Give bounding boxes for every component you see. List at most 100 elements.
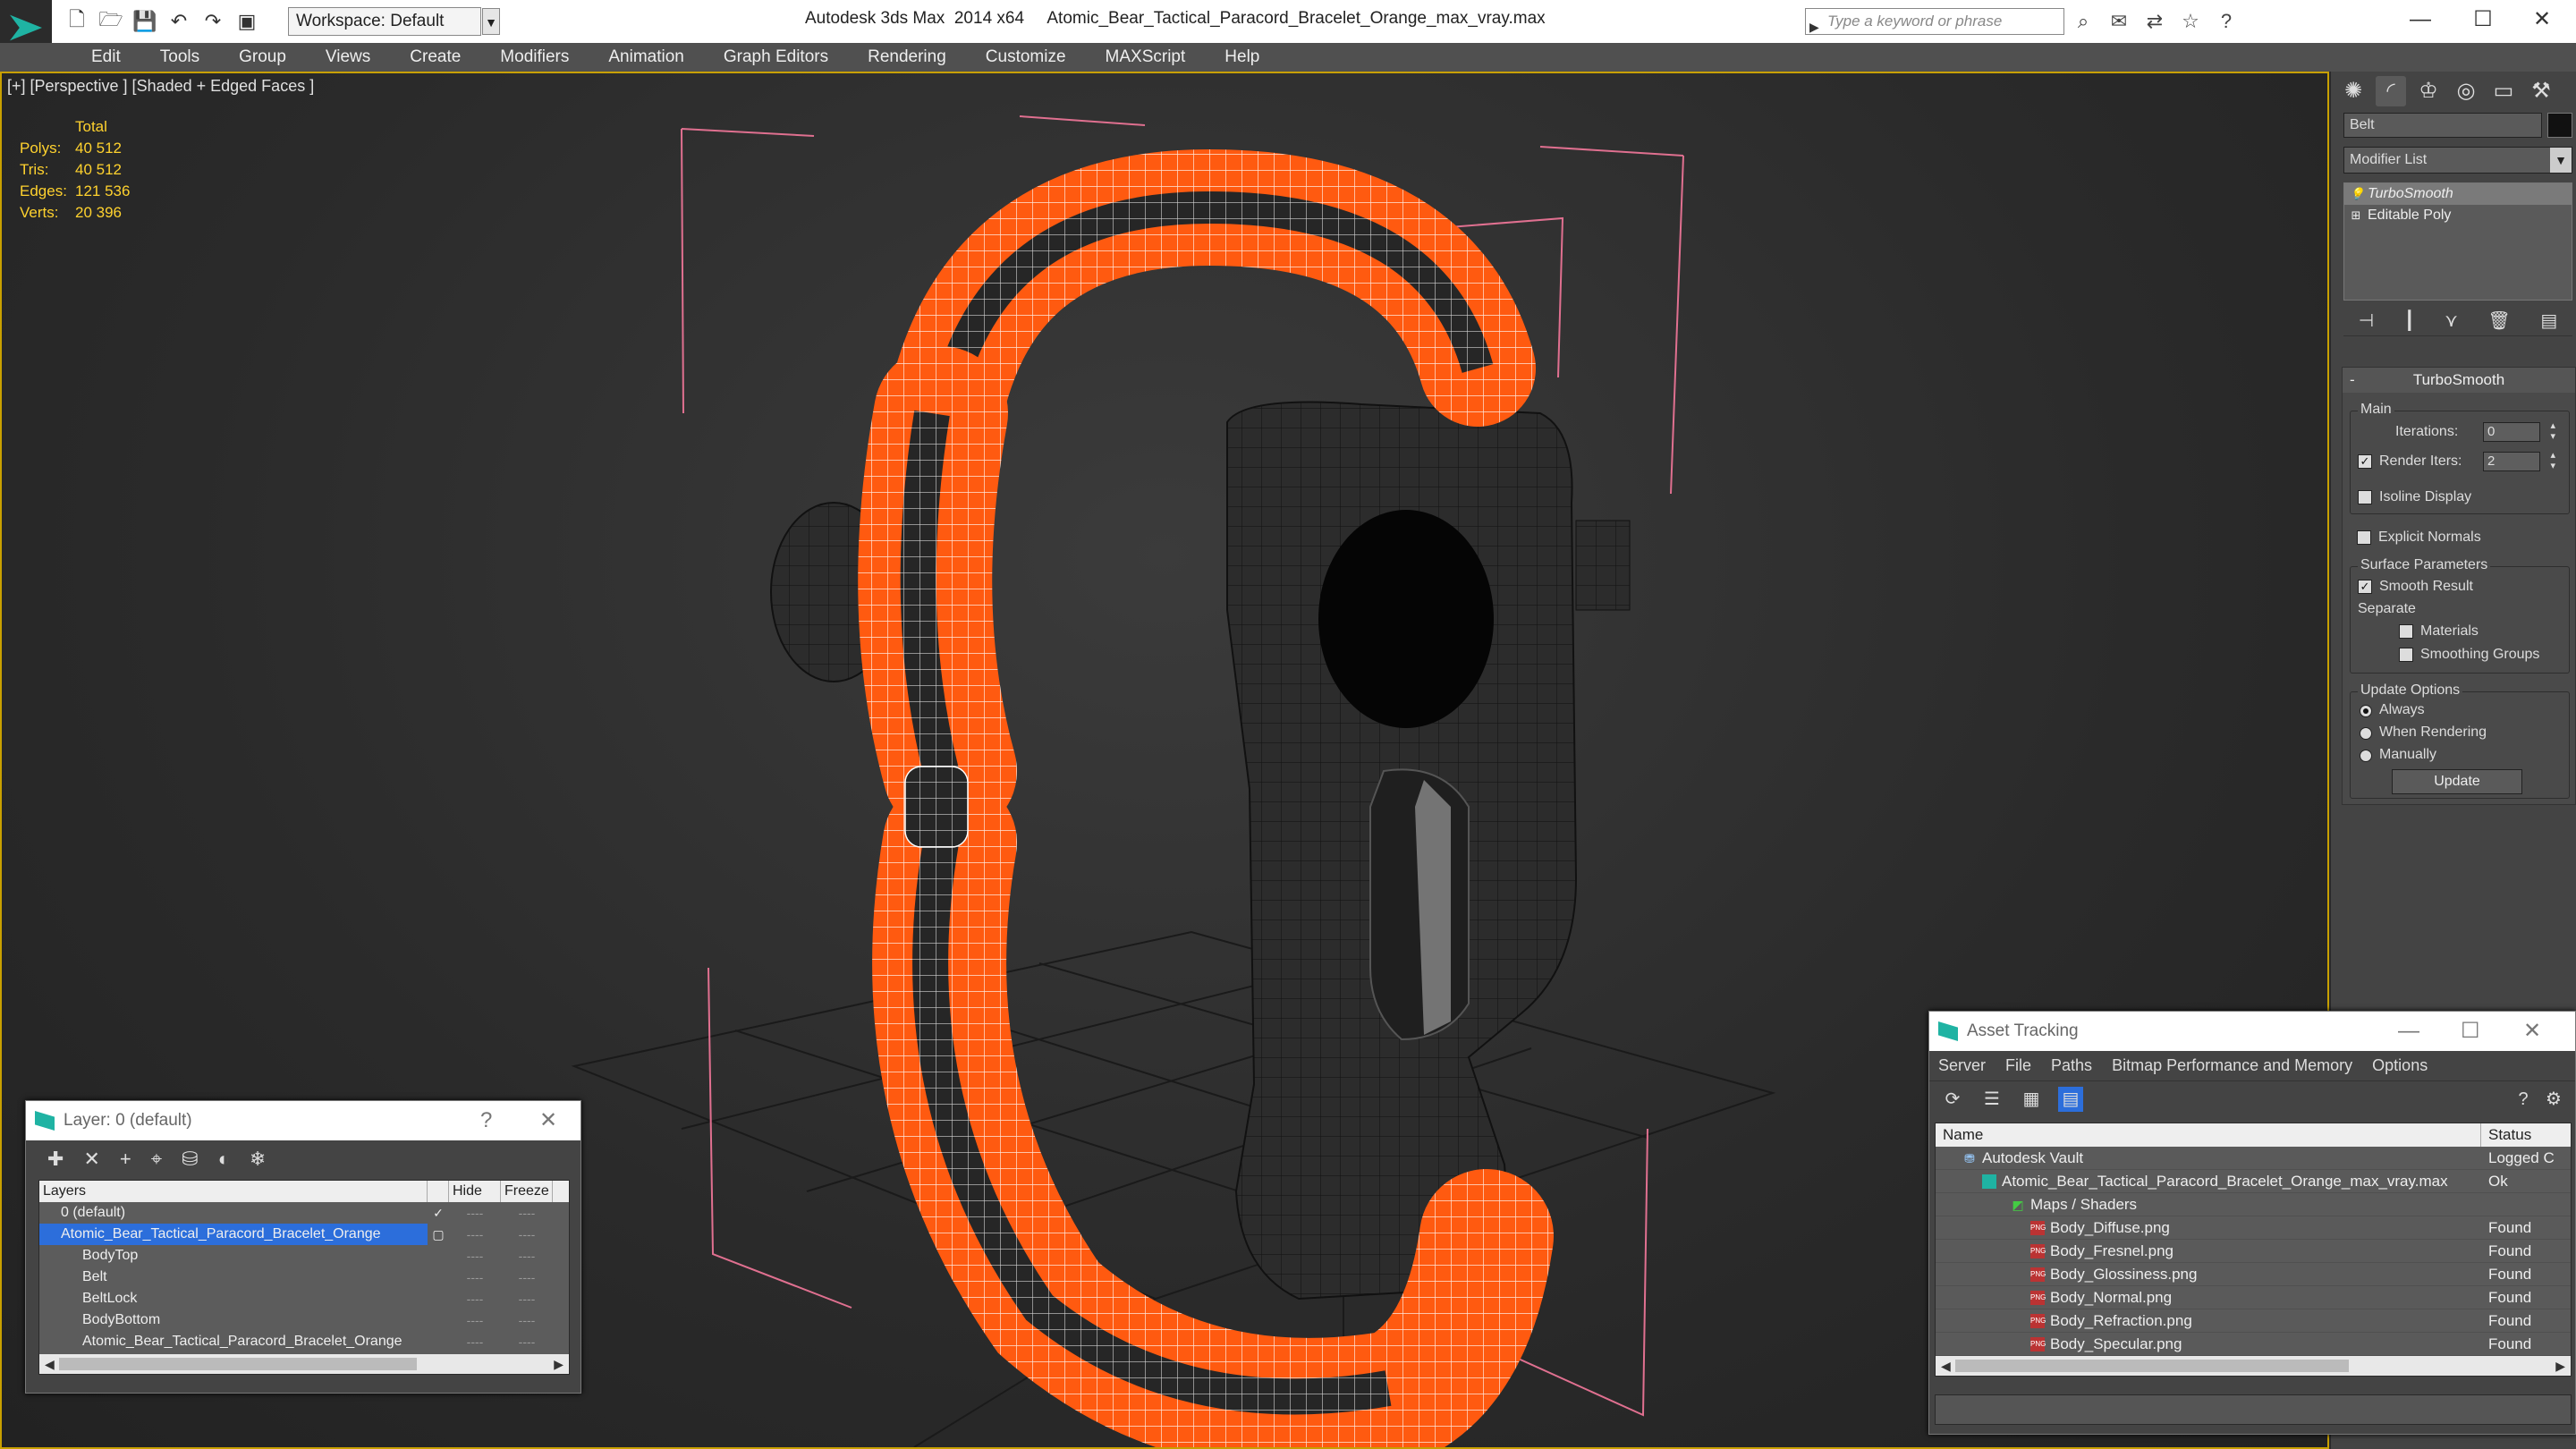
column-status[interactable]: Status [2481,1123,2531,1147]
table-row[interactable]: PNG Body_Normal.png Found [1936,1286,2571,1309]
scroll-right-icon[interactable]: ▶ [554,1354,564,1374]
project-folder-icon[interactable]: ▣ [234,9,259,34]
layer-row[interactable]: BodyBottom ---- ---- [39,1309,569,1331]
add-to-layer-icon[interactable]: + [120,1148,131,1171]
new-file-icon[interactable]: 🗋 [64,8,89,34]
lightbulb-icon[interactable]: 💡 [2350,183,2364,205]
freeze-all-layers-icon[interactable]: ❄ [250,1148,266,1171]
help-icon[interactable]: ? [2511,1087,2536,1112]
when-rendering-radio[interactable] [2360,727,2372,740]
update-button[interactable]: Update [2392,769,2522,794]
horizontal-scrollbar[interactable]: ◀ ▶ [39,1354,569,1374]
table-row[interactable]: PNG Body_Refraction.png Found [1936,1309,2571,1333]
minimize-button[interactable]: — [2398,1012,2419,1051]
save-file-icon[interactable]: 💾 [132,9,157,34]
stack-item-turbosmooth[interactable]: 💡 TurboSmooth [2344,183,2572,205]
column-hide[interactable]: Hide [449,1181,501,1202]
table-row[interactable]: ⛃ Autodesk Vault Logged C [1936,1147,2571,1170]
select-objects-icon[interactable]: ⌖ [151,1148,162,1171]
menu-views[interactable]: Views [306,47,390,67]
explicit-normals-checkbox[interactable] [2357,530,2371,545]
menu-help[interactable]: Help [1205,47,1279,67]
stack-item-editable-poly[interactable]: ⊞ Editable Poly [2344,205,2572,226]
scroll-right-icon[interactable]: ▶ [2555,1356,2565,1376]
table-row[interactable]: PNG Body_Glossiness.png Found [1936,1263,2571,1286]
menu-group[interactable]: Group [219,47,306,67]
layer-row[interactable]: BodyTop ---- ---- [39,1245,569,1267]
layer-row[interactable]: Atomic_Bear_Tactical_Paracord_Bracelet_O… [39,1224,569,1245]
column-layers[interactable]: Layers [39,1181,428,1202]
isoline-display-checkbox[interactable] [2358,490,2372,504]
table-row[interactable]: Atomic_Bear_Tactical_Paracord_Bracelet_O… [1936,1170,2571,1193]
close-button[interactable]: ✕ [2523,1012,2541,1051]
horizontal-scrollbar[interactable]: ◀ ▶ [1936,1356,2571,1376]
table-row[interactable]: ◩ Maps / Shaders [1936,1193,2571,1216]
table-row[interactable]: PNG Body_Specular.png Found [1936,1333,2571,1356]
menu-animation[interactable]: Animation [589,47,704,67]
delete-layer-icon[interactable]: ✕ [83,1148,99,1171]
binoculars-icon[interactable]: ⌕ [2070,8,2097,35]
communication-center-icon[interactable]: ✉ [2106,8,2132,35]
render-iters-spinner[interactable]: 2 [2483,450,2555,471]
create-layer-icon[interactable]: ✚ [47,1148,64,1171]
set-current-box-icon[interactable]: ▢ [428,1224,449,1245]
smooth-result-checkbox[interactable]: ✓ [2358,580,2372,594]
object-name-field[interactable]: Belt [2343,113,2542,138]
viewport-label[interactable]: [+] [Perspective ] [Shaded + Edged Faces… [7,77,314,96]
maximize-button[interactable]: ☐ [2461,1012,2480,1051]
expand-plus-icon[interactable]: ⊞ [2350,205,2362,226]
minimize-button[interactable]: — [2392,0,2449,39]
close-button[interactable]: ✕ [539,1101,557,1140]
layer-row[interactable]: Belt ---- ---- [39,1267,569,1288]
render-iters-checkbox[interactable]: ✓ [2358,454,2372,469]
create-tab-icon[interactable]: ✺ [2338,76,2368,106]
menu-options[interactable]: Options [2372,1056,2428,1075]
rollout-header[interactable]: - TurboSmooth [2343,368,2575,393]
asset-tracking-title-bar[interactable]: Asset Tracking — ☐ ✕ [1929,1012,2575,1051]
scroll-left-icon[interactable]: ◀ [1941,1356,1951,1376]
thumbnail-view-icon[interactable]: ▦ [2019,1087,2044,1112]
table-view-icon[interactable]: ▤ [2058,1087,2083,1112]
layer-row[interactable]: Atomic_Bear_Tactical_Paracord_Bracelet_O… [39,1331,569,1352]
current-layer-check-icon[interactable]: ✓ [428,1202,449,1224]
scrollbar-thumb[interactable] [1955,1360,2349,1372]
modifier-list-dropdown[interactable]: Modifier List ▼ [2343,147,2572,174]
undo-icon[interactable]: ↶ [166,9,191,34]
menu-tools[interactable]: Tools [140,47,219,67]
menu-rendering[interactable]: Rendering [848,47,966,67]
utilities-tab-icon[interactable]: ⚒ [2526,76,2556,106]
display-tab-icon[interactable]: ▭ [2488,76,2519,106]
manually-radio[interactable] [2360,750,2372,762]
scrollbar-thumb[interactable] [59,1358,417,1370]
motion-tab-icon[interactable]: ◎ [2451,76,2481,106]
always-radio[interactable] [2360,705,2372,717]
layer-row[interactable]: BeltLock ---- ---- [39,1288,569,1309]
materials-checkbox[interactable] [2399,624,2413,639]
object-color-swatch[interactable] [2547,113,2572,138]
list-view-icon[interactable]: ☰ [1979,1087,2004,1112]
menu-maxscript[interactable]: MAXScript [1086,47,1206,67]
workspace-dropdown[interactable]: Workspace: Default ▼ [288,7,500,36]
scroll-left-icon[interactable]: ◀ [45,1354,55,1374]
vault-login-icon[interactable]: ⚙ [2541,1087,2566,1112]
iterations-spinner[interactable]: 0 [2483,420,2555,442]
menu-edit[interactable]: Edit [72,47,140,67]
layer-row[interactable]: 0 (default) ✓ ---- ---- [39,1202,569,1224]
pin-stack-icon[interactable]: ⊣ [2359,309,2374,332]
highlight-layer-icon[interactable]: ⛁ [182,1148,198,1171]
menu-paths[interactable]: Paths [2051,1056,2092,1075]
help-button[interactable]: ? [480,1101,492,1140]
hide-all-layers-icon[interactable]: ◐ [218,1148,230,1171]
redo-icon[interactable]: ↷ [200,9,225,34]
refresh-icon[interactable]: ⟳ [1940,1087,1965,1112]
chevron-down-icon[interactable]: ▼ [2550,148,2572,173]
favorites-star-icon[interactable]: ☆ [2177,8,2204,35]
smoothing-groups-checkbox[interactable] [2399,648,2413,662]
show-end-result-icon[interactable]: ┃ [2404,309,2415,332]
column-name[interactable]: Name [1936,1123,2481,1147]
menu-modifiers[interactable]: Modifiers [480,47,589,67]
menu-create[interactable]: Create [390,47,480,67]
search-input[interactable]: ▶ Type a keyword or phrase [1805,8,2064,35]
help-icon[interactable]: ? [2213,8,2240,35]
remove-modifier-icon[interactable]: 🗑 [2487,309,2510,332]
